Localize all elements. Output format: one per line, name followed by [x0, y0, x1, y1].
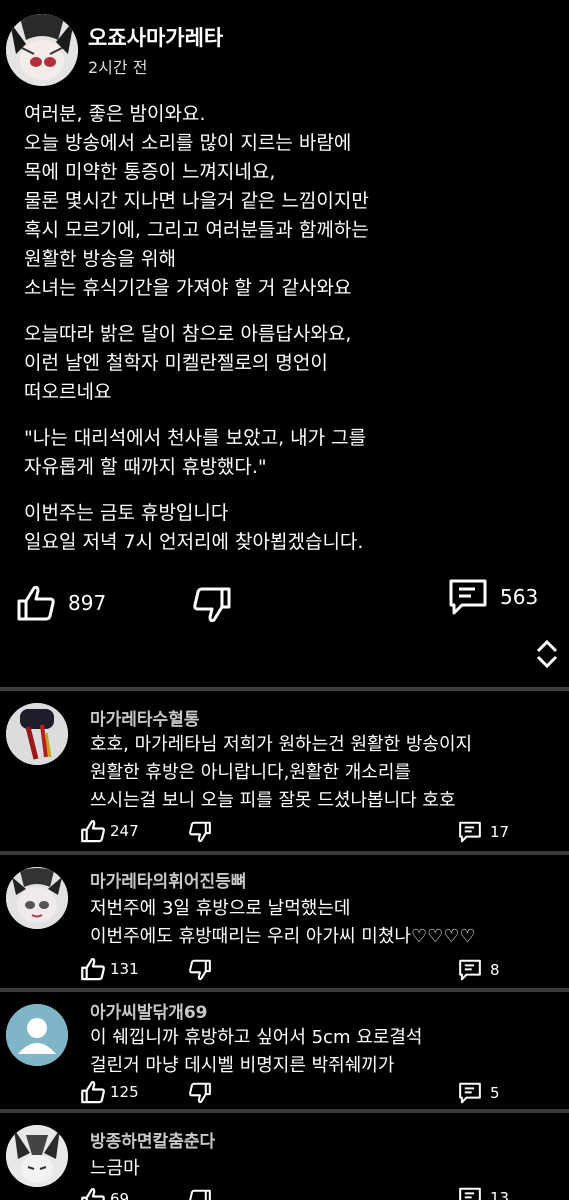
comment-line: 원활한 휴방은 아니랍니다,원활한 개소리를	[90, 762, 411, 783]
comment-line: 걸린거 마냥 데시벨 비명지른 박쥐쉐끼가	[90, 1055, 395, 1076]
comment-dislike-button[interactable]	[188, 1082, 212, 1108]
comment-line: 느금마	[90, 1158, 140, 1179]
comment-text: 느금마	[90, 1155, 140, 1183]
post-line: 혹시 모르기에, 그리고 여러분들과 함께하는	[24, 219, 369, 241]
comment-reply-button[interactable]: 8	[458, 959, 500, 981]
post-line: 자유롭게 할 때까지 휴방했다."	[24, 456, 267, 478]
comment-dislike-button[interactable]	[188, 1189, 212, 1200]
expand-collapse-icon[interactable]	[534, 636, 560, 672]
post-line: 이런 날엔 철학자 미켈란젤로의 명언이	[24, 352, 328, 374]
thumbs-down-icon	[189, 1082, 211, 1104]
post-line: 오늘따라 밝은 달이 참으로 아름답사와요,	[24, 323, 352, 345]
comment-item: 마가레타수혈통 호호, 마가레타님 저희가 원하는건 원활한 방송이지 원활한 …	[0, 691, 569, 851]
comment-item: 마가레타의휘어진등뼈 저번주에 3일 휴방으로 날먹했는데 이번주에도 휴방때리…	[0, 855, 569, 988]
post-line: 오늘 방송에서 소리를 많이 지르는 바람에	[24, 132, 352, 154]
comment-text: 호호, 마가레타님 저희가 원하는건 원활한 방송이지 원활한 휴방은 아니랍니…	[90, 731, 472, 815]
commenter-avatar[interactable]	[6, 1004, 68, 1066]
comment-count: 563	[500, 585, 539, 609]
post-line: 원활한 방송을 위해	[24, 248, 176, 270]
comment-text: 이 쉐낍니까 휴방하고 싶어서 5cm 요로결석 걸린거 마냥 데시벨 비명지른…	[90, 1024, 422, 1080]
comment-dislike-button[interactable]	[188, 821, 212, 847]
comment-line: 이 쉐낍니까 휴방하고 싶어서 5cm 요로결석	[90, 1027, 423, 1048]
commenter-avatar[interactable]	[6, 703, 68, 765]
default-avatar-icon	[6, 1004, 68, 1066]
comment-reply-count: 13	[490, 1189, 510, 1200]
post-paragraph: 여러분, 좋은 밤이와요. 오늘 방송에서 소리를 많이 지르는 바람에 목에 …	[24, 100, 554, 303]
thumbs-down-icon	[189, 821, 211, 843]
comment-like-button[interactable]: 69	[80, 1187, 129, 1200]
comment-line: 호호, 마가레타님 저희가 원하는건 원활한 방송이지	[90, 734, 473, 755]
comment-line: 이번주에도 휴방때리는 우리 아가씨 미쳤나♡♡♡♡	[90, 926, 476, 947]
post-line: 떠오르네요	[24, 381, 112, 403]
comment-icon	[459, 1187, 481, 1200]
thumbs-up-icon	[81, 1081, 105, 1104]
post-line: 이번주는 금토 휴방입니다	[24, 502, 229, 524]
thumbs-down-icon	[189, 1189, 211, 1200]
thumbs-up-icon	[81, 820, 105, 843]
comment-icon	[459, 1082, 481, 1104]
main-post: 오죠사마가레타 2시간 전 여러분, 좋은 밤이와요. 오늘 방송에서 소리를 …	[0, 0, 569, 687]
comment-icon	[449, 579, 487, 615]
comment-reply-button[interactable]: 17	[458, 821, 509, 843]
commenter-name[interactable]: 마가레타의휘어진등뼈	[90, 867, 246, 892]
comment-like-count: 125	[110, 1083, 139, 1101]
post-line: "나는 대리석에서 천사를 보았고, 내가 그를	[24, 427, 367, 449]
commenter-avatar[interactable]	[6, 1125, 68, 1187]
author-avatar-image	[6, 14, 78, 86]
author-avatar[interactable]	[6, 14, 78, 86]
thumbs-up-icon	[81, 958, 105, 981]
post-line: 물론 몇시간 지나면 나을거 같은 느낌이지만	[24, 190, 369, 212]
thumbs-up-icon	[17, 585, 55, 621]
thumbs-down-icon	[189, 959, 211, 981]
post-line: 일요일 저녁 7시 언저리에 찾아뵙겠습니다.	[24, 531, 364, 553]
commenter-avatar[interactable]	[6, 867, 68, 929]
comment-line: 쓰시는걸 보니 오늘 피를 잘못 드셨나봅니다 호호	[90, 790, 456, 811]
commenter-name[interactable]: 방종하면칼춤춘다	[90, 1127, 215, 1152]
comment-like-count: 247	[110, 822, 139, 840]
comment-item: 아가씨발닦개69 이 쉐낍니까 휴방하고 싶어서 5cm 요로결석 걸린거 마냥…	[0, 992, 569, 1109]
thumbs-down-icon	[193, 587, 231, 623]
comment-like-count: 131	[110, 960, 139, 978]
comment-reply-count: 5	[490, 1084, 500, 1102]
like-count: 897	[68, 591, 107, 615]
post-line: 여러분, 좋은 밤이와요.	[24, 103, 206, 125]
thumbs-up-icon	[81, 1188, 105, 1200]
post-line: 소녀는 휴식기간을 가져야 할 거 같사와요	[24, 277, 352, 299]
comment-icon	[459, 821, 481, 843]
comment-like-button[interactable]: 125	[80, 1080, 139, 1104]
comment-dislike-button[interactable]	[188, 959, 212, 985]
comment-icon	[459, 959, 481, 981]
comment-line: 저번주에 3일 휴방으로 날먹했는데	[90, 898, 351, 919]
comment-reply-button[interactable]: 5	[458, 1082, 500, 1104]
like-button[interactable]: 897	[16, 584, 106, 622]
comment-like-count: 69	[110, 1190, 130, 1200]
comment-reply-count: 8	[490, 961, 500, 979]
post-paragraph: 이번주는 금토 휴방입니다 일요일 저녁 7시 언저리에 찾아뵙겠습니다.	[24, 499, 554, 557]
commenter-name[interactable]: 마가레타수혈통	[90, 705, 199, 730]
comments-button[interactable]: 563	[448, 578, 538, 616]
post-author-name[interactable]: 오죠사마가레타	[88, 22, 223, 52]
post-timestamp: 2시간 전	[88, 58, 148, 77]
comment-reply-count: 17	[490, 823, 510, 841]
post-actions: 897 563	[0, 578, 569, 628]
comment-like-button[interactable]: 131	[80, 957, 139, 981]
comment-like-button[interactable]: 247	[80, 819, 139, 843]
commenter-avatar-image	[6, 867, 68, 929]
post-paragraph: "나는 대리석에서 천사를 보았고, 내가 그를 자유롭게 할 때까지 휴방했다…	[24, 424, 554, 482]
post-header: 오죠사마가레타 2시간 전	[6, 14, 566, 86]
commenter-name[interactable]: 아가씨발닦개69	[90, 998, 208, 1023]
post-line: 목에 미약한 통증이 느껴지네요,	[24, 161, 276, 183]
dislike-button[interactable]	[192, 586, 232, 624]
post-body: 여러분, 좋은 밤이와요. 오늘 방송에서 소리를 많이 지르는 바람에 목에 …	[24, 100, 554, 574]
comment-text: 저번주에 3일 휴방으로 날먹했는데 이번주에도 휴방때리는 우리 아가씨 미쳤…	[90, 895, 476, 951]
commenter-avatar-image	[6, 1125, 68, 1187]
commenter-avatar-image	[6, 703, 68, 765]
comment-reply-button[interactable]: 13	[458, 1187, 509, 1200]
comment-item: 방종하면칼춤춘다 느금마 69 13	[0, 1113, 569, 1200]
post-paragraph: 오늘따라 밝은 달이 참으로 아름답사와요, 이런 날엔 철학자 미켈란젤로의 …	[24, 320, 554, 407]
